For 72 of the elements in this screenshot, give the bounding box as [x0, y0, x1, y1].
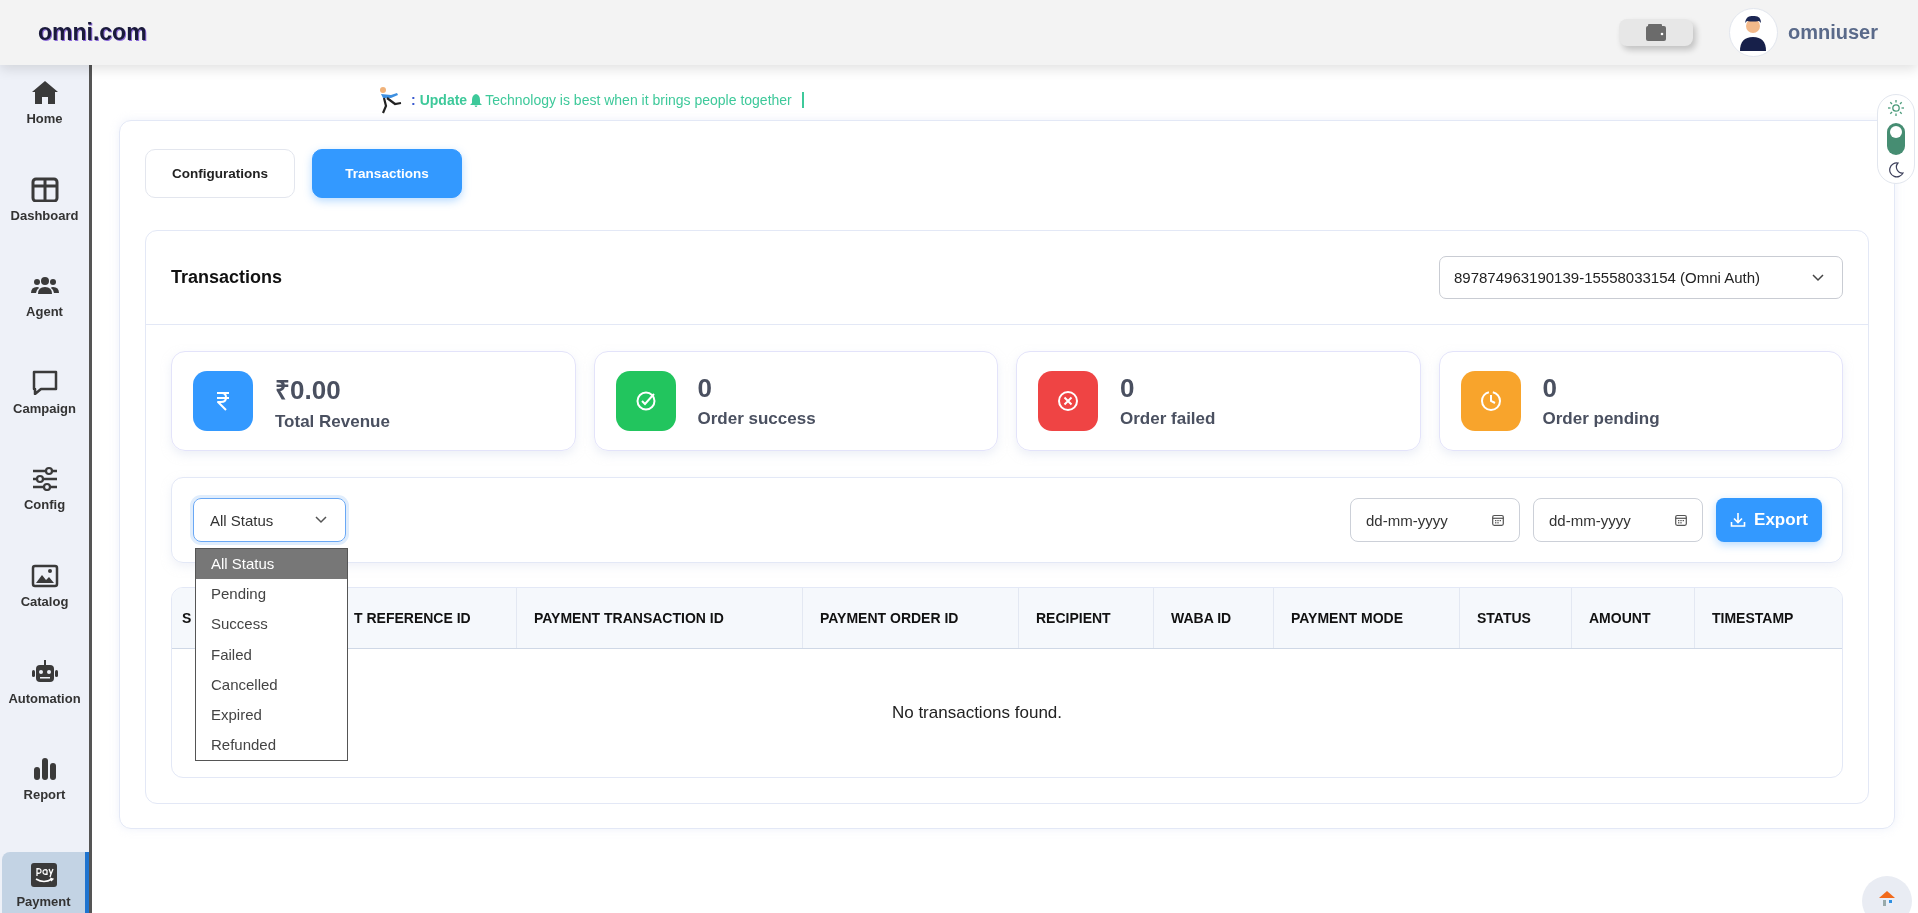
- home-button[interactable]: [1862, 876, 1912, 913]
- clock-icon: [1478, 389, 1503, 413]
- column-header: RECIPIENT: [1036, 610, 1111, 626]
- theme-toggle[interactable]: [1877, 94, 1915, 184]
- sidebar-item[interactable]: Config: [0, 465, 89, 562]
- dropdown-option[interactable]: Expired: [196, 699, 347, 731]
- column-header: T REFERENCE ID: [354, 610, 471, 626]
- ticker-message: Technology is best when it brings people together: [485, 92, 792, 108]
- column-header: S: [182, 610, 192, 626]
- house-icon: [1878, 890, 1896, 906]
- wallet-button[interactable]: [1618, 19, 1693, 46]
- user-avatar-icon: [1738, 13, 1769, 51]
- date-field[interactable]: dd-mm-yyyy: [1533, 498, 1703, 542]
- empty-message: No transactions found.: [891, 703, 1063, 723]
- stat-label: Total Revenue: [275, 411, 390, 432]
- ticker-label: Update: [419, 92, 468, 108]
- sidebar-item[interactable]: Automation: [0, 658, 89, 756]
- sliders-icon: [30, 465, 59, 492]
- sidebar-item[interactable]: Payment: [2, 851, 89, 913]
- column-header: TIMESTAMP: [1712, 610, 1794, 626]
- dropdown-option[interactable]: All Status: [196, 549, 347, 580]
- stat-label: Order failed: [1120, 409, 1216, 429]
- dropdown-option[interactable]: Pending: [196, 579, 347, 610]
- ticker-separator: :: [411, 92, 416, 108]
- column-header: PAYMENT ORDER ID: [820, 610, 959, 626]
- dropdown-option[interactable]: Cancelled: [196, 669, 347, 700]
- calendar-icon: [1675, 514, 1687, 526]
- sidebar-item[interactable]: Report: [0, 755, 89, 852]
- sidebar-item[interactable]: Agent: [0, 272, 89, 369]
- toggle-switch[interactable]: [1887, 123, 1905, 155]
- stat-value: 0: [1542, 373, 1558, 404]
- avatar[interactable]: [1728, 8, 1778, 57]
- stat-value: ₹0.00: [275, 373, 342, 407]
- stat-label: Order success: [697, 409, 816, 429]
- column-header: WABA ID: [1171, 610, 1232, 626]
- moon-icon: [1888, 162, 1904, 178]
- robot-icon: [30, 658, 59, 685]
- chevron-down-icon: [315, 516, 327, 524]
- sidebar-item[interactable]: Campaign: [0, 368, 89, 466]
- username: omniuser: [1787, 21, 1878, 44]
- home-icon: [30, 79, 59, 105]
- sidebar-item[interactable]: Home: [0, 79, 89, 176]
- column-header: AMOUNT: [1589, 610, 1651, 626]
- dashboard-icon: [30, 175, 59, 202]
- dropdown-option[interactable]: Success: [196, 609, 347, 640]
- sun-icon: [1888, 100, 1904, 116]
- chevron-down-icon: [1812, 273, 1824, 282]
- column-header: PAYMENT TRANSACTION ID: [534, 610, 724, 626]
- chat-icon: [30, 368, 59, 395]
- account-select[interactable]: 897874963190139-15558033154 (Omni Auth): [1439, 256, 1843, 299]
- card-title: Transactions: [171, 267, 283, 288]
- dropdown-option[interactable]: Refunded: [196, 730, 347, 761]
- column-header: PAYMENT MODE: [1291, 610, 1403, 626]
- logo[interactable]: omni.com: [38, 19, 147, 46]
- stat-value: 0: [697, 373, 713, 404]
- stat-label: Order pending: [1542, 409, 1660, 429]
- wallet-icon: [1645, 24, 1666, 41]
- error-circle-icon: [1056, 389, 1080, 413]
- download-icon: [1730, 512, 1747, 528]
- tab[interactable]: Configurations: [145, 149, 295, 198]
- stat-value: 0: [1120, 373, 1136, 404]
- status-select[interactable]: All Status: [193, 498, 346, 542]
- bell-icon: [470, 93, 483, 107]
- date-field[interactable]: dd-mm-yyyy: [1350, 498, 1520, 542]
- calendar-icon: [1492, 514, 1504, 526]
- typing-cursor: [801, 92, 804, 108]
- sidebar-item[interactable]: Catalog: [0, 561, 89, 659]
- sidebar-item[interactable]: Dashboard: [0, 175, 89, 273]
- column-header: STATUS: [1477, 610, 1531, 626]
- pay-card-icon: [29, 861, 58, 888]
- running-figure-icon: [377, 86, 403, 114]
- dropdown-option[interactable]: Failed: [196, 639, 347, 670]
